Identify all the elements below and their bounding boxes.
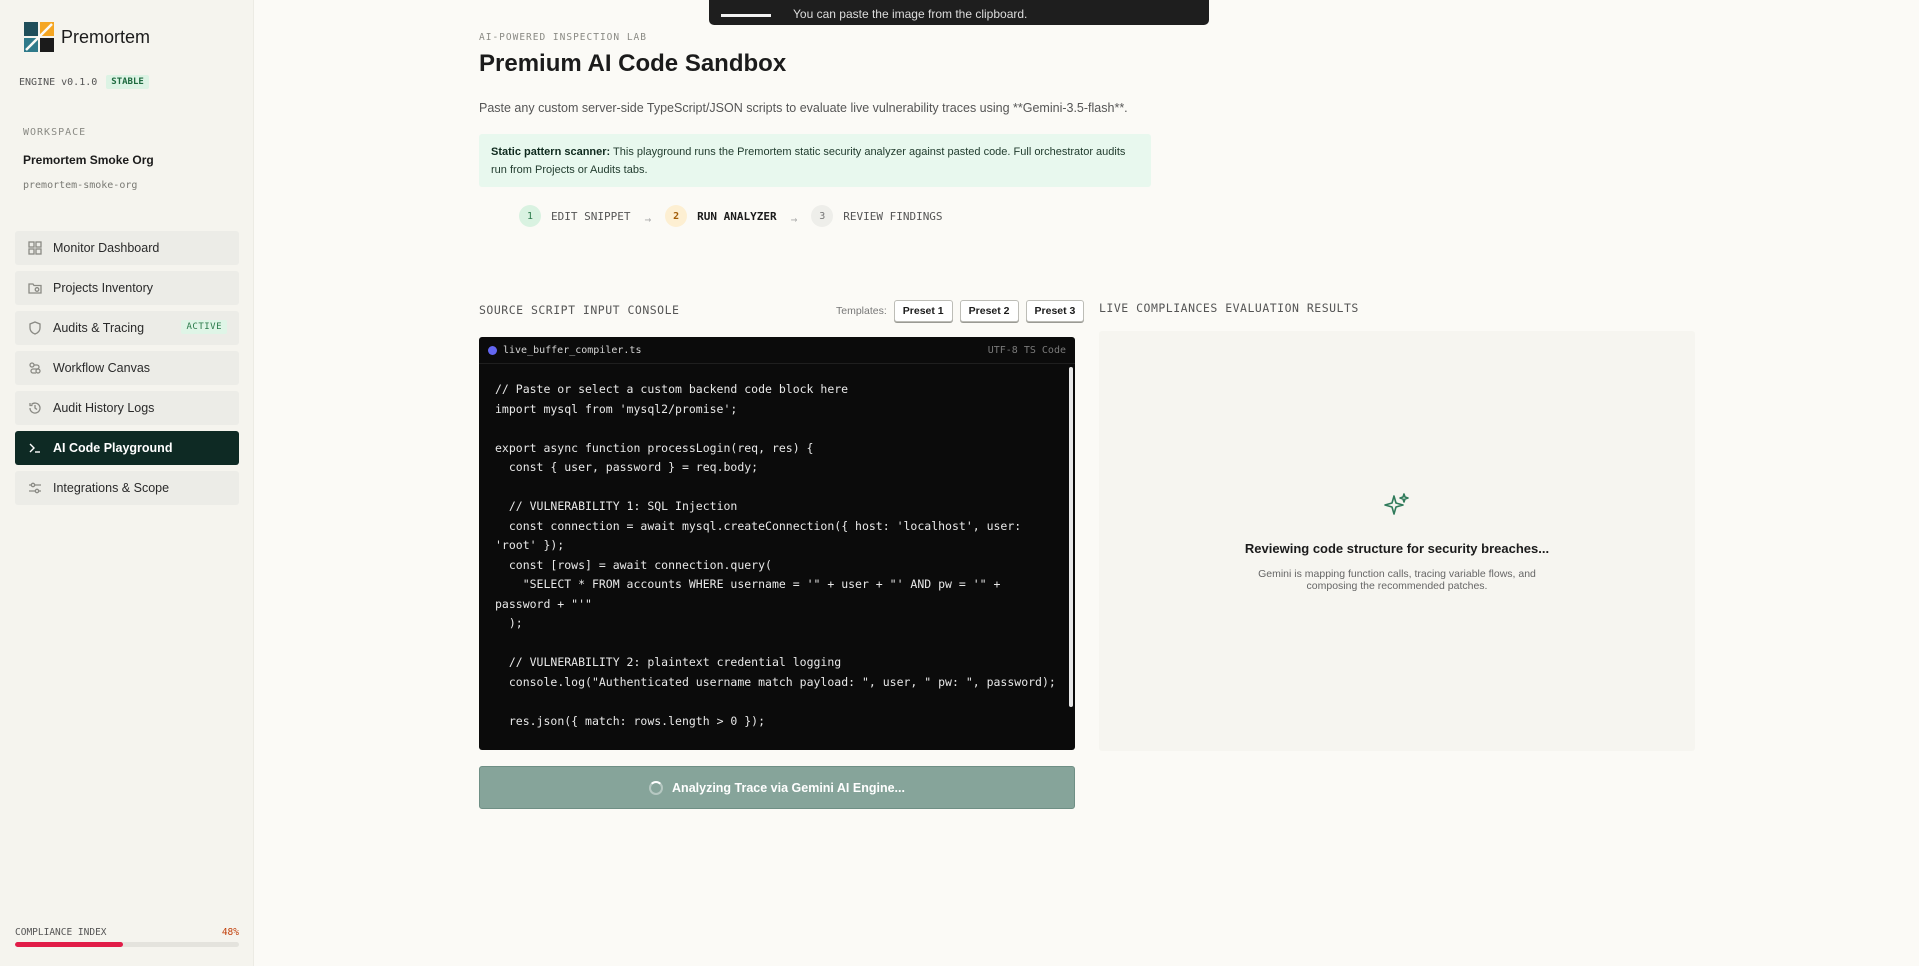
sidebar-item-ai-code-playground[interactable]: AI Code Playground <box>15 431 239 465</box>
premortem-logo-icon <box>24 22 54 52</box>
engine-status-badge: STABLE <box>106 75 149 89</box>
analyze-button-label: Analyzing Trace via Gemini AI Engine... <box>672 780 905 795</box>
sidebar-item-label: Projects Inventory <box>53 281 154 295</box>
code-editor[interactable]: live_buffer_compiler.ts UTF-8 TS Code //… <box>479 337 1075 750</box>
file-dot-icon <box>488 345 497 355</box>
page-title: Premium AI Code Sandbox <box>479 50 787 77</box>
templates-bar: Templates: Preset 1 Preset 2 Preset 3 <box>836 300 1085 322</box>
sidebar-item-label: AI Code Playground <box>53 441 173 455</box>
step-number: 1 <box>519 205 541 227</box>
sidebar-item-monitor-dashboard[interactable]: Monitor Dashboard <box>15 231 239 265</box>
sidebar-item-integrations-scope[interactable]: Integrations & Scope <box>15 471 239 505</box>
sidebar-item-projects-inventory[interactable]: Projects Inventory <box>15 271 239 305</box>
loading-spinner-icon <box>649 780 664 795</box>
results-label: LIVE COMPLIANCES EVALUATION RESULTS <box>1099 301 1359 315</box>
brand-name: Premortem <box>61 26 151 47</box>
preset-1-button[interactable]: Preset 1 <box>893 300 953 322</box>
preset-2-button[interactable]: Preset 2 <box>959 300 1019 322</box>
sidebar-item-label: Monitor Dashboard <box>53 241 160 255</box>
sidebar-item-audit-history-logs[interactable]: Audit History Logs <box>15 391 239 425</box>
toast-chip <box>721 14 771 17</box>
workspace-slug: premortem-smoke-org <box>23 180 138 191</box>
compliance-progress-bar <box>15 942 239 947</box>
shield-icon <box>27 320 43 336</box>
sparkles-icon <box>1384 493 1409 515</box>
compliance-label: COMPLIANCE INDEX <box>15 927 107 938</box>
console-label: SOURCE SCRIPT INPUT CONSOLE <box>479 303 680 317</box>
history-icon <box>27 400 43 416</box>
step-review-findings: 3 REVIEW FINDINGS <box>811 205 943 227</box>
results-panel: Reviewing code structure for security br… <box>1099 331 1695 751</box>
sidebar-nav: Monitor Dashboard Projects Inventory Aud… <box>15 231 239 511</box>
notice-bold: Static pattern scanner: <box>491 146 611 158</box>
editor-encoding: UTF-8 TS Code <box>987 344 1066 356</box>
code-input[interactable]: // Paste or select a custom backend code… <box>495 380 1057 731</box>
sidebar-item-workflow-canvas[interactable]: Workflow Canvas <box>15 351 239 385</box>
engine-version-text: ENGINE v0.1.0 <box>19 76 98 88</box>
engine-version: ENGINE v0.1.0 STABLE <box>19 75 149 89</box>
toast-text: You can paste the image from the clipboa… <box>793 7 1028 21</box>
scanner-notice: Static pattern scanner: This playground … <box>479 134 1151 187</box>
preset-3-button[interactable]: Preset 3 <box>1025 300 1085 322</box>
arrow-right-icon: → <box>790 212 798 226</box>
step-number: 2 <box>665 205 688 227</box>
editor-scrollbar[interactable] <box>1069 367 1073 707</box>
results-title: Reviewing code structure for security br… <box>1244 541 1550 556</box>
step-indicator: 1 EDIT SNIPPET → 2 RUN ANALYZER → 3 REVI… <box>519 205 943 227</box>
sidebar-item-label: Workflow Canvas <box>53 361 151 375</box>
sidebar-item-label: Integrations & Scope <box>53 481 170 495</box>
terminal-icon <box>27 440 43 456</box>
step-run-analyzer: 2 RUN ANALYZER <box>665 205 777 227</box>
step-label: EDIT SNIPPET <box>551 209 631 223</box>
workspace-name[interactable]: Premortem Smoke Org <box>23 153 154 167</box>
sidebar: Premortem ENGINE v0.1.0 STABLE WORKSPACE… <box>0 0 254 966</box>
compliance-progress-fill <box>15 942 123 947</box>
sidebar-item-audits-tracing[interactable]: Audits & Tracing ACTIVE <box>15 311 239 345</box>
compliance-index: COMPLIANCE INDEX 48% <box>15 927 239 947</box>
workflow-icon <box>27 360 43 376</box>
grid-icon <box>27 240 43 256</box>
editor-file-tab: live_buffer_compiler.ts <box>488 345 641 356</box>
page-eyebrow: AI-POWERED INSPECTION LAB <box>479 32 647 43</box>
brand-logo[interactable]: Premortem <box>23 21 150 53</box>
folder-search-icon <box>27 280 43 296</box>
step-number: 3 <box>811 205 834 227</box>
workspace-label: WORKSPACE <box>23 127 87 138</box>
analyze-button[interactable]: Analyzing Trace via Gemini AI Engine... <box>479 766 1075 809</box>
templates-label: Templates: <box>836 305 887 317</box>
arrow-right-icon: → <box>644 212 652 226</box>
step-label: RUN ANALYZER <box>697 209 777 223</box>
sidebar-item-label: Audit History Logs <box>53 401 155 415</box>
step-edit-snippet: 1 EDIT SNIPPET <box>519 205 630 227</box>
page-description: Paste any custom server-side TypeScript/… <box>479 101 1128 115</box>
editor-filename: live_buffer_compiler.ts <box>503 344 642 356</box>
active-badge: ACTIVE <box>181 320 227 334</box>
results-subtitle: Gemini is mapping function calls, tracin… <box>1258 568 1536 592</box>
sliders-icon <box>27 480 43 496</box>
step-label: REVIEW FINDINGS <box>843 209 943 223</box>
sidebar-item-label: Audits & Tracing <box>53 321 145 335</box>
compliance-value: 48% <box>221 927 239 938</box>
editor-header: live_buffer_compiler.ts UTF-8 TS Code <box>479 337 1075 364</box>
clipboard-toast: You can paste the image from the clipboa… <box>709 0 1209 25</box>
